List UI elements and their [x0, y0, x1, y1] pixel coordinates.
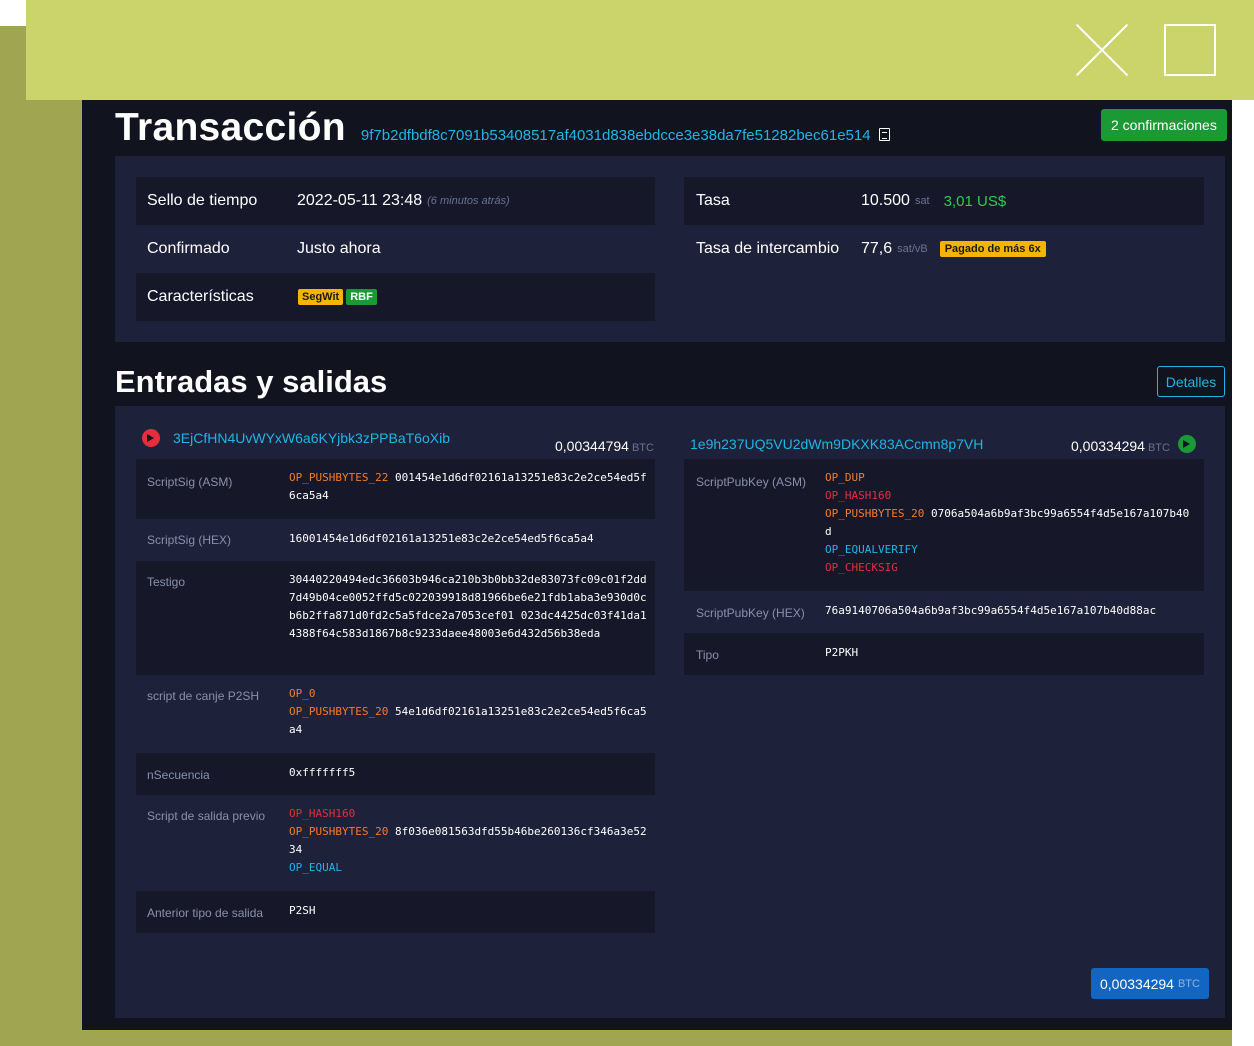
timestamp-value: 2022-05-11 23:48 — [297, 192, 423, 209]
nsequence-row: nSecuencia 0xfffffff5 — [136, 753, 655, 795]
confirmed-row: Confirmado Justo ahora — [136, 225, 655, 273]
confirmations-badge: 2 confirmaciones — [1101, 109, 1227, 141]
prev-script-value: OP_HASH160 OP_PUSHBYTES_20 8f036e081563d… — [289, 805, 647, 877]
spk-hex-label: ScriptPubKey (HEX) — [696, 606, 805, 620]
fee-rate-value-wrap: 77,6 sat/vB Pagado de más 6x — [861, 240, 1049, 258]
output-amount-unit: BTC — [1147, 442, 1170, 454]
io-section-title: Entradas y salidas — [115, 364, 388, 399]
scriptsig-asm-value: OP_PUSHBYTES_22 001454e1d6df02161a13251e… — [289, 469, 647, 505]
scriptsig-asm-row: ScriptSig (ASM) OP_PUSHBYTES_22 001454e1… — [136, 459, 655, 519]
features-row: Características SegWit RBF — [136, 273, 655, 321]
prev-script-label: Script de salida previo — [147, 809, 266, 823]
output-address[interactable]: 1e9h237UQ5VU2dWm9DKXK83ACcmn8p7VH — [690, 436, 983, 452]
op-checksig: OP_CHECKSIG — [825, 561, 898, 574]
prev-type-value: P2SH — [289, 904, 316, 917]
fee-rate-unit: sat/vB — [897, 243, 928, 255]
op-equal: OP_EQUAL — [289, 861, 342, 874]
segwit-tag: SegWit — [298, 289, 344, 305]
fee-usd: 3,01 US$ — [943, 192, 1007, 210]
timestamp-row: Sello de tiempo 2022-05-11 23:48 (6 minu… — [136, 177, 655, 225]
p2sh-redeem-row: script de canje P2SH OP_0 OP_PUSHBYTES_2… — [136, 675, 655, 753]
output-header: 1e9h237UQ5VU2dWm9DKXK83ACcmn8p7VH — [690, 436, 983, 452]
transaction-page: Transacción 9f7b2dfbdf8c7091b53408517af4… — [82, 100, 1232, 1030]
prev-script-row: Script de salida previo OP_HASH160 OP_PU… — [136, 795, 655, 891]
features-label: Características — [147, 288, 254, 305]
rbf-tag: RBF — [346, 289, 377, 305]
total-amount-unit: BTC — [1177, 977, 1200, 990]
type-label: Tipo — [696, 648, 719, 662]
overpaid-badge: Pagado de más 6x — [939, 241, 1046, 257]
op-0: OP_0 — [289, 687, 316, 700]
nsequence-label: nSecuencia — [147, 768, 210, 782]
fee-unit: sat — [914, 195, 930, 207]
scriptsig-hex-label: ScriptSig (HEX) — [147, 533, 232, 547]
input-header: 3EjCfHN4UvWYxW6a6KYjbk3zPPBaT6oXib — [142, 429, 450, 447]
arrow-circle-right-green-icon[interactable] — [1178, 435, 1196, 453]
op-pushbytes-20: OP_PUSHBYTES_20 — [289, 705, 389, 718]
prev-type-label: Anterior tipo de salida — [147, 906, 264, 920]
fee-rate-value: 77,6 — [861, 240, 893, 257]
txid-link[interactable]: 9f7b2dfbdf8c7091b53408517af4031d838ebdcc… — [361, 127, 871, 144]
scriptsig-asm-label: ScriptSig (ASM) — [147, 475, 233, 489]
fee-label: Tasa — [696, 192, 730, 209]
spk-hex-value: 76a9140706a504a6b9af3bc99a6554f4d5e167a1… — [825, 604, 1157, 617]
background-strip — [1232, 100, 1254, 1046]
page-title: Transacción — [115, 106, 346, 149]
spk-asm-label: ScriptPubKey (ASM) — [696, 475, 807, 489]
op-hash160: OP_HASH160 — [825, 489, 892, 502]
type-value: P2PKH — [825, 646, 859, 659]
timestamp-relative: (6 minutos atrás) — [427, 195, 510, 207]
input-amount: 0,00344794 BTC — [555, 438, 654, 454]
total-amount-value: 0,00334294 — [1100, 975, 1174, 992]
scriptsig-hex-value: 16001454e1d6df02161a13251e83c2e2ce54ed5f… — [289, 532, 594, 545]
fee-value: 10.500 — [861, 192, 910, 209]
op-pushbytes-22: OP_PUSHBYTES_22 — [289, 471, 389, 484]
copy-icon[interactable] — [878, 128, 890, 141]
input-address[interactable]: 3EjCfHN4UvWYxW6a6KYjbk3zPPBaT6oXib — [173, 430, 450, 446]
output-amount: 0,00334294 BTC — [1071, 438, 1170, 454]
output-amount-value: 0,00334294 — [1071, 438, 1145, 454]
features-tags: SegWit RBF — [298, 289, 380, 305]
close-icon[interactable] — [1076, 24, 1128, 76]
confirmed-value: Justo ahora — [297, 240, 381, 257]
op-pushbytes-20: OP_PUSHBYTES_20 — [289, 825, 389, 838]
timestamp-value-wrap: 2022-05-11 23:48 (6 minutos atrás) — [297, 192, 510, 210]
op-dup: OP_DUP — [825, 471, 865, 484]
details-button[interactable]: Detalles — [1157, 366, 1225, 397]
window-banner — [26, 0, 1254, 100]
nsequence-value: 0xfffffff5 — [289, 766, 356, 779]
total-amount-badge: 0,00334294 BTC — [1091, 968, 1209, 999]
input-amount-value: 0,00344794 — [555, 438, 629, 454]
timestamp-label: Sello de tiempo — [147, 192, 258, 209]
spk-asm-value: OP_DUP OP_HASH160 OP_PUSHBYTES_20 0706a5… — [825, 469, 1190, 577]
p2sh-redeem-label: script de canje P2SH — [147, 689, 260, 703]
fee-value-wrap: 10.500 sat 3,01 US$ — [861, 192, 1006, 210]
witness-label: Testigo — [147, 575, 186, 589]
confirmed-label: Confirmado — [147, 240, 230, 257]
title-row: Transacción 9f7b2dfbdf8c7091b53408517af4… — [115, 106, 890, 150]
fee-rate-label: Tasa de intercambio — [696, 240, 840, 257]
type-row: Tipo P2PKH — [684, 633, 1204, 675]
witness-row: Testigo 30440220494edc36603b946ca210b3b0… — [136, 561, 655, 675]
summary-panel: Sello de tiempo 2022-05-11 23:48 (6 minu… — [115, 156, 1225, 342]
witness-value: 30440220494edc36603b946ca210b3b0bb32de83… — [289, 573, 647, 640]
maximize-icon[interactable] — [1164, 24, 1216, 76]
io-panel: 3EjCfHN4UvWYxW6a6KYjbk3zPPBaT6oXib 0,003… — [115, 406, 1225, 1018]
scriptsig-hex-row: ScriptSig (HEX) 16001454e1d6df02161a1325… — [136, 519, 655, 561]
spk-hex-row: ScriptPubKey (HEX) 76a9140706a504a6b9af3… — [684, 591, 1204, 633]
fee-row: Tasa 10.500 sat 3,01 US$ — [684, 177, 1204, 225]
op-pushbytes-20: OP_PUSHBYTES_20 — [825, 507, 925, 520]
op-hash160: OP_HASH160 — [289, 807, 356, 820]
spk-asm-row: ScriptPubKey (ASM) OP_DUP OP_HASH160 OP_… — [684, 459, 1204, 591]
op-equalverify: OP_EQUALVERIFY — [825, 543, 918, 556]
fee-rate-row: Tasa de intercambio 77,6 sat/vB Pagado d… — [684, 225, 1204, 273]
arrow-circle-right-red-icon[interactable] — [142, 429, 160, 447]
p2sh-redeem-value: OP_0 OP_PUSHBYTES_20 54e1d6df02161a13251… — [289, 685, 647, 739]
input-amount-unit: BTC — [631, 442, 654, 454]
prev-type-row: Anterior tipo de salida P2SH — [136, 891, 655, 933]
